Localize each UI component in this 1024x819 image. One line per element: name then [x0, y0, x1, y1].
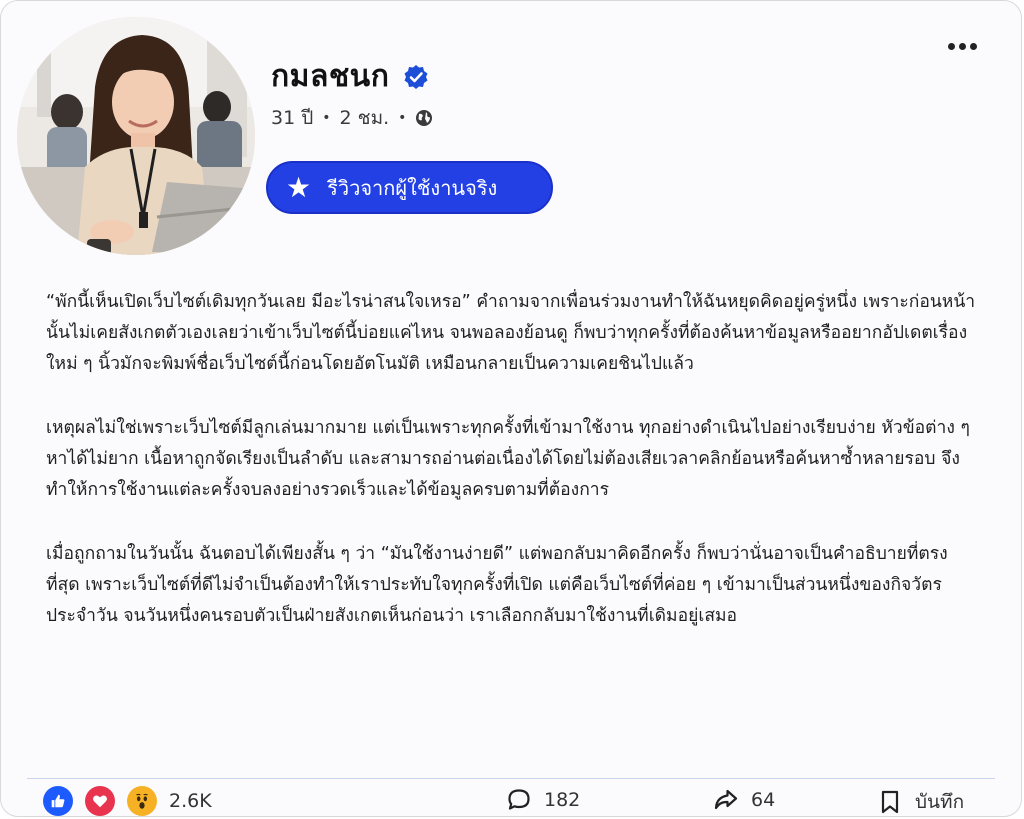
author-age: 31 ปี — [271, 107, 314, 129]
author-name[interactable]: กมลชนก — [271, 53, 389, 100]
share-button[interactable]: 64 — [713, 787, 775, 813]
save-label: บันทึก — [915, 791, 965, 813]
avatar[interactable] — [17, 17, 255, 255]
post-time[interactable]: 2 ชม. — [340, 103, 390, 133]
wow-icon — [127, 786, 157, 816]
post-paragraph: เหตุผลไม่ใช่เพราะเว็บไซต์มีลูกเล่นมากมาย… — [46, 418, 970, 500]
review-badge: ★ รีวิวจากผู้ใช้งานจริง — [266, 161, 553, 214]
author-row: กมลชนก — [271, 53, 429, 100]
post-card: กมลชนก 31 ปี • 2 ชม. • ★ รีวิวจากผู้ใช้ง… — [0, 0, 1022, 817]
star-icon: ★ — [286, 170, 312, 204]
share-icon — [714, 789, 738, 810]
post-paragraph: “พักนี้เห็นเปิดเว็บไซต์เดิมทุกวันเลย มีอ… — [46, 292, 976, 374]
avatar-photo — [17, 17, 255, 255]
comment-button[interactable]: 182 — [506, 787, 580, 813]
globe-icon — [415, 109, 433, 127]
comment-count: 182 — [544, 789, 581, 811]
bookmark-icon — [881, 790, 899, 814]
comment-icon — [508, 789, 530, 810]
more-options-icon[interactable] — [944, 39, 981, 54]
save-button[interactable]: บันทึก — [877, 787, 965, 816]
separator-dot: • — [398, 110, 407, 126]
badge-label: รีวิวจากผู้ใช้งานจริง — [327, 175, 498, 200]
share-count: 64 — [751, 789, 776, 811]
post-body: “พักนี้เห็นเปิดเว็บไซต์เดิมทุกวันเลย มีอ… — [46, 287, 981, 665]
reactions-summary[interactable]: 2.6K — [43, 786, 212, 816]
divider — [27, 778, 995, 779]
separator-dot: • — [322, 110, 331, 126]
post-paragraph: เมื่อถูกถามในวันนั้น ฉันตอบได้เพียงสั้น … — [46, 544, 948, 626]
verified-check-icon — [403, 64, 429, 90]
post-meta: 31 ปี • 2 ชม. • — [271, 103, 433, 133]
like-icon — [43, 786, 73, 816]
post-footer: 2.6K 182 64 บันทึก — [1, 783, 1021, 816]
reaction-count: 2.6K — [169, 790, 212, 812]
love-icon — [85, 786, 115, 816]
